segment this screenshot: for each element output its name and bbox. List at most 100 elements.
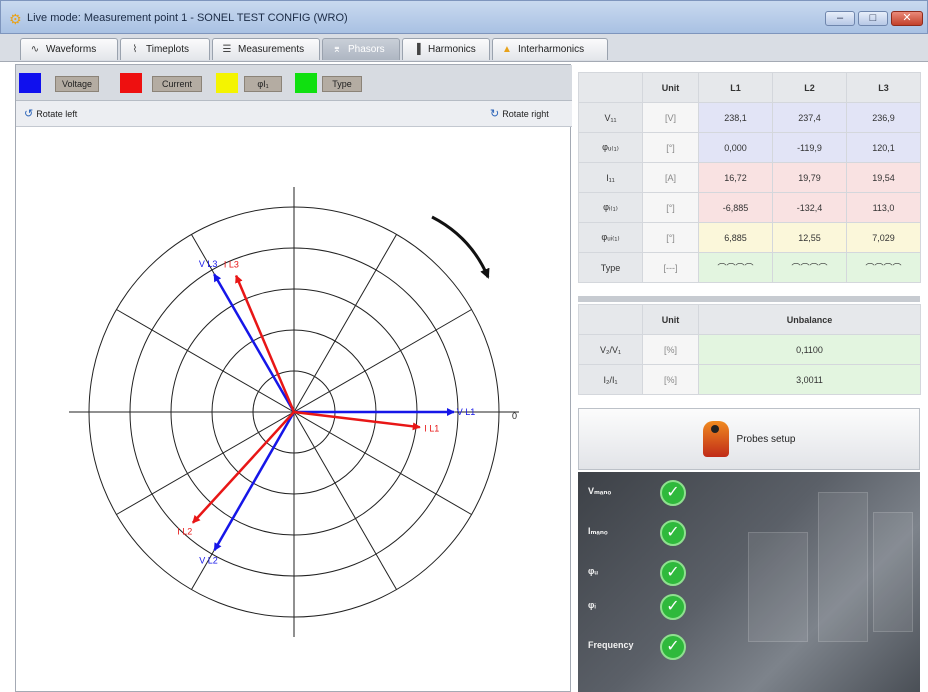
unit-cell: [°]: [642, 132, 699, 163]
tab-phasors[interactable]: ⌆ Phasors: [322, 38, 400, 60]
probes-setup-button[interactable]: Probes setup: [578, 408, 920, 470]
header-cell: L1: [698, 72, 773, 103]
phasor-values-table: Unit L1 L2 L3 V₁₁ [V] 238,1 237,4 236,9 …: [578, 72, 921, 283]
status-panel: Vₘₐₙₒ ✓ Iₘₐₙₒ ✓ φᵤ ✓ φᵢ ✓ Frequency ✓: [578, 472, 920, 692]
header-cell: Unbalance: [698, 304, 921, 335]
tab-label: Timeplots: [146, 44, 189, 55]
table-icon: ☰: [222, 44, 232, 55]
bar-chart-icon: ▐: [413, 44, 421, 55]
phasor-panel: Voltage Current φI₁ Type ↺ Rotate left ↻…: [15, 64, 572, 692]
voltage-swatch: [19, 73, 41, 93]
window-title-bar: ⚙ Live mode: Measurement point 1 - SONEL…: [0, 0, 928, 34]
load-type-inductive-icon: ⌒⌒⌒⌒: [846, 252, 921, 283]
tab-label: Harmonics: [428, 44, 476, 55]
zero-degree-label: 0: [512, 411, 517, 421]
load-type-inductive-icon: ⌒⌒⌒⌒: [772, 252, 847, 283]
interharmonic-icon: ▲: [502, 44, 512, 55]
row-label: Type: [578, 252, 643, 283]
value-cell: 0,000: [698, 132, 773, 163]
unit-cell: [A]: [642, 162, 699, 193]
tab-interharmonics[interactable]: ▲ Interharmonics: [492, 38, 608, 60]
rotate-right-icon: ↻: [490, 108, 500, 120]
rotate-right-button[interactable]: ↻ Rotate right: [490, 107, 549, 120]
unit-cell: [---]: [642, 252, 699, 283]
value-cell: 19,79: [772, 162, 847, 193]
phi-toggle-button[interactable]: φI₁: [244, 76, 282, 92]
header-cell: Unit: [642, 304, 699, 335]
table-row: I₂/I₁ [%] 3,0011: [578, 364, 921, 395]
phasor-i-l1: [293, 410, 421, 431]
value-cell: 19,54: [846, 162, 921, 193]
tab-bar: ∿ Waveforms ⌇ Timeplots ☰ Measurements ⌆…: [0, 34, 928, 62]
status-label: φᵤ: [588, 566, 598, 576]
header-cell: [578, 72, 643, 103]
status-row-current: Iₘₐₙₒ ✓: [588, 520, 908, 546]
phasor-i-l3: [234, 274, 296, 413]
table-row: I₁₁ [A] 16,72 19,79 19,54: [578, 162, 921, 193]
check-ok-icon: ✓: [660, 634, 686, 660]
table-header-row: Unit L1 L2 L3: [578, 72, 921, 103]
unit-cell: [°]: [642, 192, 699, 223]
rotate-right-label: Rotate right: [502, 108, 549, 119]
type-swatch: [295, 73, 317, 93]
value-cell: 6,885: [698, 222, 773, 253]
check-ok-icon: ✓: [660, 480, 686, 506]
tab-measurements[interactable]: ☰ Measurements: [212, 38, 320, 60]
unit-cell: [V]: [642, 102, 699, 133]
status-label: Iₘₐₙₒ: [588, 526, 608, 536]
load-type-inductive-icon: ⌒⌒⌒⌒: [698, 252, 773, 283]
tab-label: Measurements: [238, 44, 305, 55]
unit-cell: [°]: [642, 222, 699, 253]
table-row: V₂/V₁ [%] 0,1100: [578, 334, 921, 365]
row-label: φᵤᵢ₍₁₎: [578, 222, 643, 253]
value-cell: 238,1: [698, 102, 773, 133]
minimize-button[interactable]: –: [825, 11, 855, 26]
phasor-label: V L3: [199, 259, 218, 269]
status-label: Vₘₐₙₒ: [588, 486, 612, 496]
phasor-i-l2: [191, 411, 295, 524]
row-label: I₂/I₁: [578, 364, 643, 395]
header-cell: L3: [846, 72, 921, 103]
row-label: V₁₁: [578, 102, 643, 133]
value-cell: -6,885: [698, 192, 773, 223]
phasor-svg: V L1 V L2 V L3 I L1 I L2 I L3 0: [69, 187, 519, 637]
current-toggle-button[interactable]: Current: [152, 76, 202, 92]
status-row-voltage: Vₘₐₙₒ ✓: [588, 480, 908, 506]
type-toggle-button[interactable]: Type: [322, 76, 362, 92]
value-cell: 3,0011: [698, 364, 921, 395]
voltage-toggle-button[interactable]: Voltage: [55, 76, 99, 92]
value-cell: 16,72: [698, 162, 773, 193]
phi-swatch: [216, 73, 238, 93]
check-ok-icon: ✓: [660, 594, 686, 620]
rotate-left-button[interactable]: ↺ Rotate left: [24, 107, 77, 120]
rotate-toolbar: ↺ Rotate left ↻ Rotate right: [16, 101, 572, 127]
value-cell: 237,4: [772, 102, 847, 133]
unit-cell: [%]: [642, 364, 699, 395]
phasor-v-l2: [213, 411, 296, 552]
window-title: Live mode: Measurement point 1 - SONEL T…: [27, 12, 348, 24]
table-row: V₁₁ [V] 238,1 237,4 236,9: [578, 102, 921, 133]
value-cell: 236,9: [846, 102, 921, 133]
waveform-icon: ∿: [30, 44, 40, 55]
status-label: Frequency: [588, 640, 634, 650]
phasor-label: I L3: [224, 260, 239, 270]
maximize-button[interactable]: □: [858, 11, 888, 26]
table-row: φᵢ₍₁₎ [°] -6,885 -132,4 113,0: [578, 192, 921, 223]
tab-label: Waveforms: [46, 44, 97, 55]
tab-label: Interharmonics: [518, 44, 585, 55]
phasor-label: I L2: [177, 527, 192, 537]
close-button[interactable]: ✕: [891, 11, 923, 26]
values-panel: Unit L1 L2 L3 V₁₁ [V] 238,1 237,4 236,9 …: [578, 72, 921, 692]
phasor-icon: ⌆: [332, 44, 342, 55]
phasor-label: V L1: [457, 407, 476, 417]
value-cell: 0,1100: [698, 334, 921, 365]
tab-waveforms[interactable]: ∿ Waveforms: [20, 38, 118, 60]
timeplot-icon: ⌇: [132, 44, 138, 55]
row-label: V₂/V₁: [578, 334, 643, 365]
table-row: φᵤ₍₁₎ [°] 0,000 -119,9 120,1: [578, 132, 921, 163]
tab-label: Phasors: [348, 44, 385, 55]
probes-setup-label: Probes setup: [736, 433, 796, 445]
tab-timeplots[interactable]: ⌇ Timeplots: [120, 38, 210, 60]
rotate-left-label: Rotate left: [36, 108, 78, 119]
tab-harmonics[interactable]: ▐ Harmonics: [402, 38, 490, 60]
